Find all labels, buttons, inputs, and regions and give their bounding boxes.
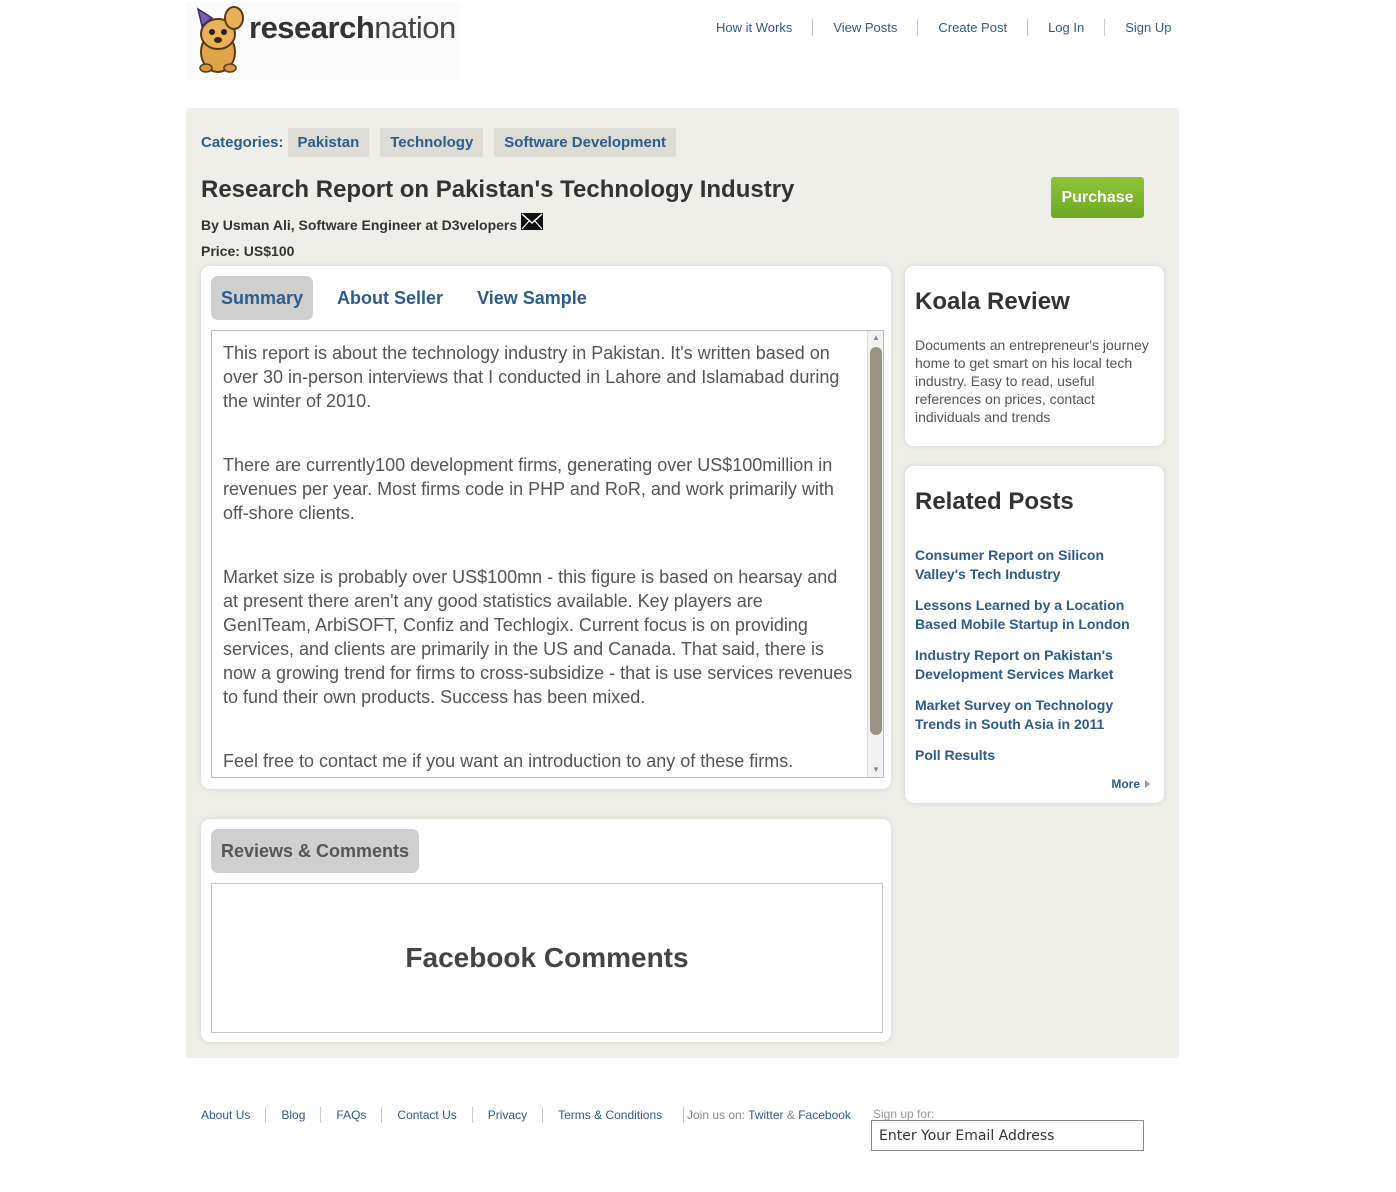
category-tag-software-development[interactable]: Software Development <box>494 128 677 157</box>
footer-contact-us[interactable]: Contact Us <box>381 1107 471 1123</box>
tab-reviews-comments[interactable]: Reviews & Comments <box>211 829 420 873</box>
more-related-link[interactable]: More <box>1111 777 1150 791</box>
tab-view-sample[interactable]: View Sample <box>467 276 597 320</box>
logo-text-light: nation <box>374 10 456 45</box>
nav-log-in[interactable]: Log In <box>1027 19 1104 36</box>
envelope-icon[interactable] <box>521 213 544 230</box>
related-posts-card: Related Posts Consumer Report on Silicon… <box>905 466 1164 803</box>
post-panel: Categories: Pakistan Technology Software… <box>186 108 1179 1058</box>
related-post-link[interactable]: Poll Results <box>915 746 1155 765</box>
footer-about-us[interactable]: About Us <box>186 1107 265 1123</box>
nav-sign-up[interactable]: Sign Up <box>1104 19 1191 36</box>
summary-paragraph: There are currently100 development firms… <box>223 455 834 523</box>
purchase-button[interactable]: Purchase <box>1051 177 1144 218</box>
koala-review-card: Koala Review Documents an entrepreneur's… <box>905 266 1164 446</box>
related-posts-list: Consumer Report on Silicon Valley's Tech… <box>915 546 1155 777</box>
author-text: By Usman Ali, Software Engineer at D3vel… <box>201 216 518 233</box>
scroll-up-arrow-icon[interactable]: ▲ <box>868 331 883 345</box>
related-post-link[interactable]: Market Survey on Technology Trends in So… <box>915 696 1155 734</box>
footer-privacy[interactable]: Privacy <box>471 1107 542 1123</box>
signup-label: Sign up for: <box>873 1107 935 1121</box>
related-post-link[interactable]: Industry Report on Pakistan's Developmen… <box>915 646 1155 684</box>
site-logo[interactable]: researchnation <box>186 2 460 80</box>
categories-bar: Categories: Pakistan Technology Software… <box>201 128 687 157</box>
summary-paragraph: Market size is probably over US$100mn - … <box>223 567 853 707</box>
logo-wordmark: researchnation <box>249 10 456 46</box>
reviews-card: Reviews & Comments Facebook Comments <box>201 819 891 1042</box>
summary-paragraph: This report is about the technology indu… <box>223 343 840 411</box>
footer-faqs[interactable]: FAQs <box>320 1107 381 1123</box>
category-tag-pakistan[interactable]: Pakistan <box>287 128 370 157</box>
scroll-down-arrow-icon[interactable]: ▼ <box>868 763 883 777</box>
koala-mascot-icon <box>196 6 244 73</box>
tab-about-seller[interactable]: About Seller <box>327 276 453 320</box>
footer-terms[interactable]: Terms & Conditions <box>542 1107 677 1123</box>
footer-blog[interactable]: Blog <box>265 1107 320 1123</box>
summary-text: This report is about the technology indu… <box>223 341 853 777</box>
nav-create-post[interactable]: Create Post <box>917 19 1027 36</box>
join-us-label: Join us on: <box>687 1108 746 1122</box>
summary-card: Summary About Seller View Sample This re… <box>201 266 891 789</box>
facebook-comments-box[interactable]: Facebook Comments <box>211 883 883 1033</box>
facebook-comments-placeholder: Facebook Comments <box>405 942 689 973</box>
twitter-link[interactable]: Twitter <box>748 1108 783 1122</box>
triangle-right-icon <box>1145 780 1150 788</box>
tab-summary[interactable]: Summary <box>211 276 314 320</box>
post-price: Price: US$100 <box>201 243 295 259</box>
summary-paragraph: Feel free to contact me if you want an i… <box>223 751 794 771</box>
koala-review-text: Documents an entrepreneur's journey home… <box>915 337 1149 425</box>
categories-label: Categories: <box>201 134 284 151</box>
related-post-link[interactable]: Consumer Report on Silicon Valley's Tech… <box>915 546 1155 584</box>
logo-text-bold: research <box>249 10 375 45</box>
category-tag-technology[interactable]: Technology <box>380 128 484 157</box>
related-post-link[interactable]: Lessons Learned by a Location Based Mobi… <box>915 596 1155 634</box>
ampersand: & <box>786 1108 795 1122</box>
scrollbar-thumb[interactable] <box>870 347 882 735</box>
content-tabs: Summary About Seller View Sample <box>211 276 611 320</box>
email-signup-input[interactable] <box>871 1120 1144 1151</box>
summary-scrollbar[interactable]: ▲ ▼ <box>867 331 883 777</box>
nav-how-it-works[interactable]: How it Works <box>700 19 812 36</box>
join-us-social: Join us on: Twitter & Facebook <box>683 1107 851 1123</box>
footer-links: About Us Blog FAQs Contact Us Privacy Te… <box>186 1107 677 1123</box>
post-byline: By Usman Ali, Software Engineer at D3vel… <box>201 213 544 233</box>
related-posts-title: Related Posts <box>915 488 1074 515</box>
more-label: More <box>1111 777 1140 791</box>
post-title: Research Report on Pakistan's Technology… <box>201 176 795 203</box>
facebook-link[interactable]: Facebook <box>798 1108 851 1122</box>
nav-view-posts[interactable]: View Posts <box>812 19 917 36</box>
koala-review-title: Koala Review <box>915 288 1070 315</box>
top-navigation: How it Works View Posts Create Post Log … <box>700 19 1191 36</box>
summary-textbox[interactable]: This report is about the technology indu… <box>211 330 884 778</box>
